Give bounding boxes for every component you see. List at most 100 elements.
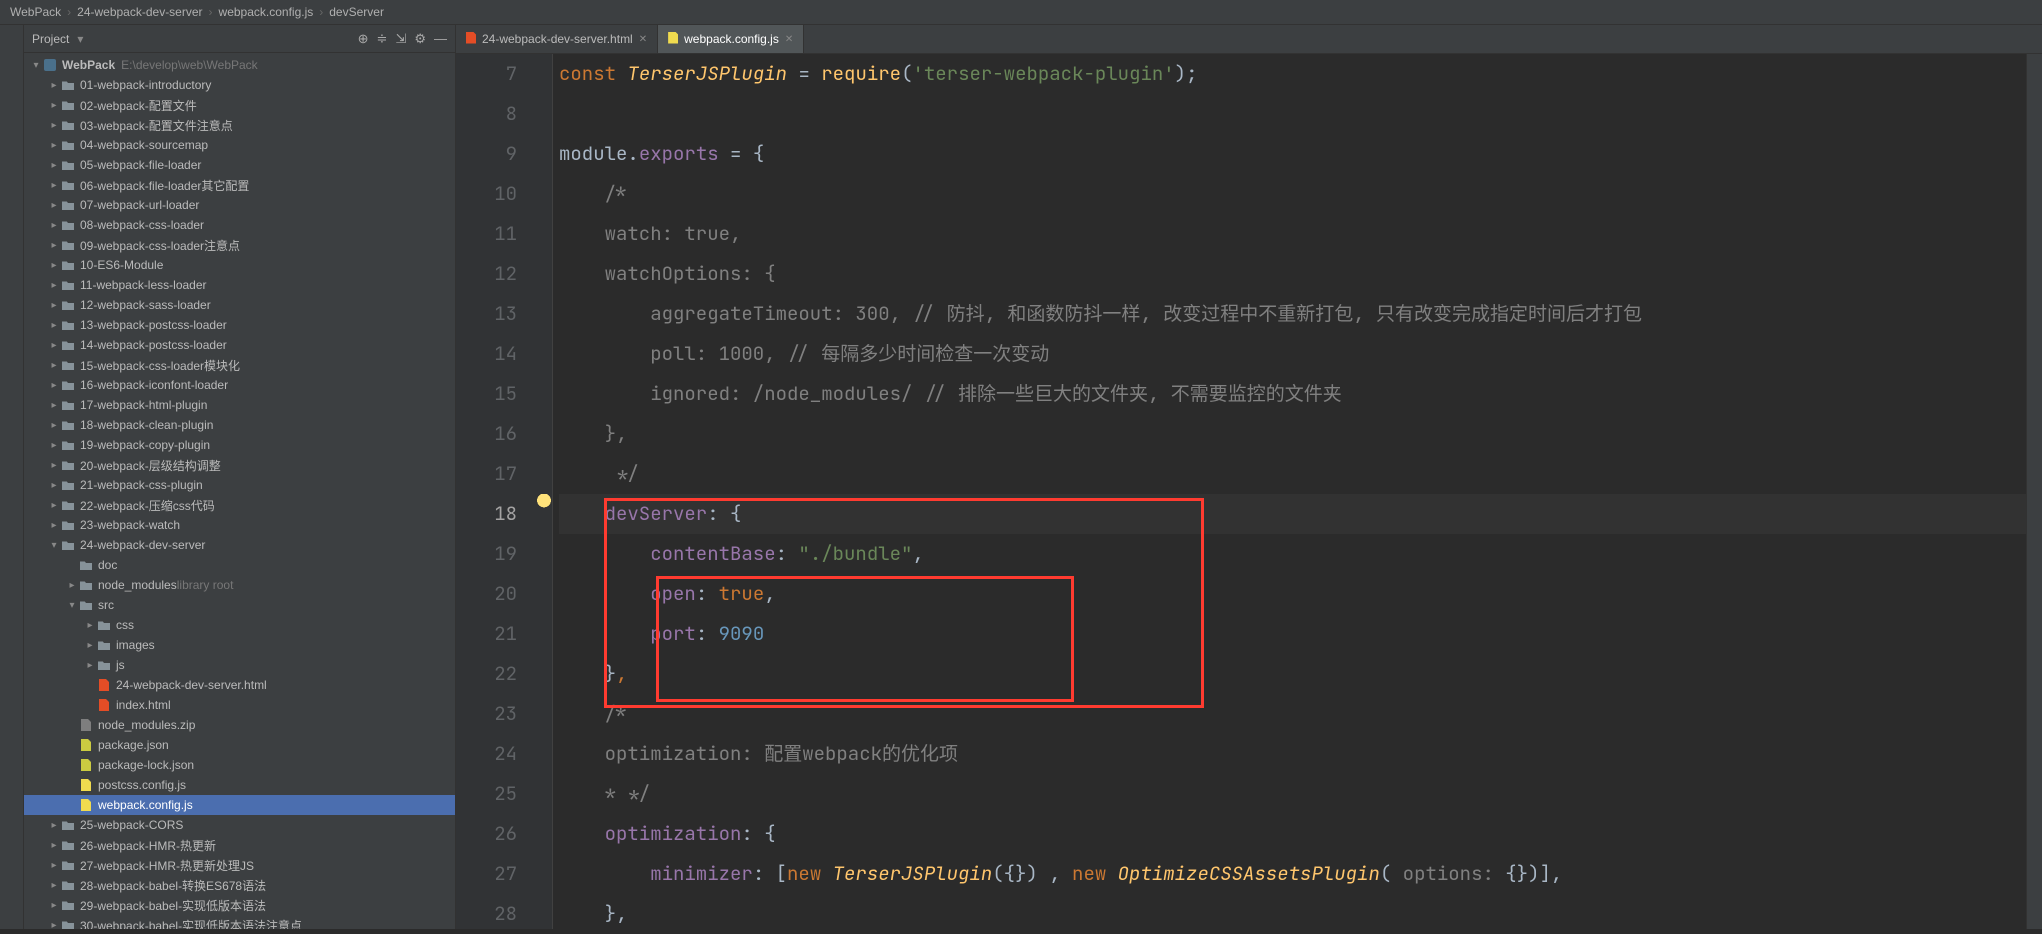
code-line[interactable]: }, xyxy=(559,414,2026,454)
tree-item[interactable]: package-lock.json xyxy=(24,755,455,775)
tree-item[interactable]: ▸10-ES6-Module xyxy=(24,255,455,275)
tree-item[interactable]: ▸26-webpack-HMR-热更新 xyxy=(24,835,455,855)
tree-item[interactable]: ▾src xyxy=(24,595,455,615)
tree-item[interactable]: ▸30-webpack-babel-实现低版本语法注意点 xyxy=(24,915,455,929)
code-line[interactable]: open: true, xyxy=(559,574,2026,614)
tree-item[interactable]: webpack.config.js xyxy=(24,795,455,815)
tree-item[interactable]: ▸18-webpack-clean-plugin xyxy=(24,415,455,435)
expand-icon[interactable]: ≑ xyxy=(377,31,388,47)
tree-item[interactable]: ▸css xyxy=(24,615,455,635)
folder-icon xyxy=(60,177,76,193)
html-icon xyxy=(466,32,476,47)
tree-item[interactable]: ▸19-webpack-copy-plugin xyxy=(24,435,455,455)
folder-icon xyxy=(60,337,76,353)
gear-icon[interactable]: ⚙ xyxy=(414,31,426,47)
editor-tab[interactable]: 24-webpack-dev-server.html✕ xyxy=(456,25,658,53)
tree-item[interactable]: ▸09-webpack-css-loader注意点 xyxy=(24,235,455,255)
code-line[interactable]: }, xyxy=(559,654,2026,694)
tree-item[interactable]: ▸images xyxy=(24,635,455,655)
tree-item[interactable]: ▸15-webpack-css-loader模块化 xyxy=(24,355,455,375)
tree-item[interactable]: ▸21-webpack-css-plugin xyxy=(24,475,455,495)
project-tree[interactable]: ▾WebPack E:\develop\web\WebPack▸01-webpa… xyxy=(24,53,455,929)
tree-item[interactable]: ▸04-webpack-sourcemap xyxy=(24,135,455,155)
folder-icon xyxy=(96,617,112,633)
breadcrumb-seg[interactable]: 24-webpack-dev-server xyxy=(77,5,202,19)
tree-item[interactable]: ▸17-webpack-html-plugin xyxy=(24,395,455,415)
chevron-right-icon: › xyxy=(319,5,323,19)
tree-item[interactable]: postcss.config.js xyxy=(24,775,455,795)
tree-item[interactable]: doc xyxy=(24,555,455,575)
tree-item[interactable]: ▸20-webpack-层级结构调整 xyxy=(24,455,455,475)
json-icon xyxy=(78,757,94,773)
tree-item[interactable]: ▸05-webpack-file-loader xyxy=(24,155,455,175)
collapse-icon[interactable]: ⇲ xyxy=(395,31,406,47)
editor-gutter[interactable]: 7891011121314151617181920212223242526272… xyxy=(456,54,539,929)
code-line[interactable]: /* xyxy=(559,694,2026,734)
chevron-right-icon: › xyxy=(209,5,213,19)
breadcrumb-seg[interactable]: webpack.config.js xyxy=(219,5,314,19)
code-line[interactable]: port: 9090 xyxy=(559,614,2026,654)
breadcrumb-seg[interactable]: devServer xyxy=(329,5,384,19)
close-icon[interactable]: ✕ xyxy=(785,34,793,45)
code-line[interactable]: contentBase: "./bundle", xyxy=(559,534,2026,574)
intention-bulb-icon[interactable] xyxy=(536,494,552,510)
tree-item[interactable]: ▸08-webpack-css-loader xyxy=(24,215,455,235)
fold-column[interactable] xyxy=(539,54,553,929)
folder-icon xyxy=(60,437,76,453)
left-tool-strip[interactable] xyxy=(0,25,24,929)
tree-item[interactable]: ▸node_modules library root xyxy=(24,575,455,595)
code-line[interactable]: minimizer: [new TerserJSPlugin({}) , new… xyxy=(559,854,2026,894)
code-line[interactable]: optimization: { xyxy=(559,814,2026,854)
tree-item[interactable]: ▸02-webpack-配置文件 xyxy=(24,95,455,115)
code-line[interactable]: }, xyxy=(559,894,2026,934)
tree-item[interactable]: ▸27-webpack-HMR-热更新处理JS xyxy=(24,855,455,875)
tree-item[interactable]: ▸29-webpack-babel-实现低版本语法 xyxy=(24,895,455,915)
folder-icon xyxy=(60,217,76,233)
tree-item[interactable]: ▸03-webpack-配置文件注意点 xyxy=(24,115,455,135)
folder-icon xyxy=(60,157,76,173)
close-icon[interactable]: ✕ xyxy=(639,34,647,45)
code-line[interactable] xyxy=(559,94,2026,134)
code-line[interactable]: optimization: 配置webpack的优化项 xyxy=(559,734,2026,774)
breadcrumb-seg[interactable]: WebPack xyxy=(10,5,61,19)
code-line[interactable]: */ xyxy=(559,454,2026,494)
tree-item[interactable]: node_modules.zip xyxy=(24,715,455,735)
hide-icon[interactable]: — xyxy=(434,31,447,46)
tree-item[interactable]: ▸14-webpack-postcss-loader xyxy=(24,335,455,355)
code-line[interactable]: ignored: /node_modules/ // 排除一些巨大的文件夹, 不… xyxy=(559,374,2026,414)
tree-item[interactable]: ▸16-webpack-iconfont-loader xyxy=(24,375,455,395)
tree-item[interactable]: ▸12-webpack-sass-loader xyxy=(24,295,455,315)
code-line[interactable]: devServer: { xyxy=(559,494,2026,534)
tree-root[interactable]: ▾WebPack E:\develop\web\WebPack xyxy=(24,55,455,75)
tree-item[interactable]: ▾24-webpack-dev-server xyxy=(24,535,455,555)
marker-bar[interactable] xyxy=(2026,54,2042,929)
code-line[interactable]: module.exports = { xyxy=(559,134,2026,174)
editor-tab[interactable]: webpack.config.js✕ xyxy=(658,25,804,53)
tree-item[interactable]: ▸13-webpack-postcss-loader xyxy=(24,315,455,335)
project-title[interactable]: Project xyxy=(32,32,69,46)
tree-item[interactable]: package.json xyxy=(24,735,455,755)
tree-item[interactable]: ▸07-webpack-url-loader xyxy=(24,195,455,215)
code-line[interactable]: const TerserJSPlugin = require('terser-w… xyxy=(559,54,2026,94)
code-line[interactable]: /* xyxy=(559,174,2026,214)
tree-item[interactable]: index.html xyxy=(24,695,455,715)
tree-item[interactable]: ▸06-webpack-file-loader其它配置 xyxy=(24,175,455,195)
tree-item[interactable]: ▸22-webpack-压缩css代码 xyxy=(24,495,455,515)
tree-item[interactable]: ▸25-webpack-CORS xyxy=(24,815,455,835)
target-icon[interactable]: ⊕ xyxy=(358,31,369,47)
tree-item[interactable]: ▸01-webpack-introductory xyxy=(24,75,455,95)
folder-icon xyxy=(60,397,76,413)
code-line[interactable]: poll: 1000, // 每隔多少时间检查一次变动 xyxy=(559,334,2026,374)
tree-item[interactable]: 24-webpack-dev-server.html xyxy=(24,675,455,695)
json-icon xyxy=(78,737,94,753)
code-line[interactable]: * */ xyxy=(559,774,2026,814)
tree-item[interactable]: ▸28-webpack-babel-转换ES678语法 xyxy=(24,875,455,895)
code-line[interactable]: aggregateTimeout: 300, // 防抖, 和函数防抖一样, 改… xyxy=(559,294,2026,334)
code-line[interactable]: watch: true, xyxy=(559,214,2026,254)
folder-icon xyxy=(60,277,76,293)
code-line[interactable]: watchOptions: { xyxy=(559,254,2026,294)
code-editor[interactable]: const TerserJSPlugin = require('terser-w… xyxy=(553,54,2026,929)
tree-item[interactable]: ▸11-webpack-less-loader xyxy=(24,275,455,295)
tree-item[interactable]: ▸js xyxy=(24,655,455,675)
tree-item[interactable]: ▸23-webpack-watch xyxy=(24,515,455,535)
